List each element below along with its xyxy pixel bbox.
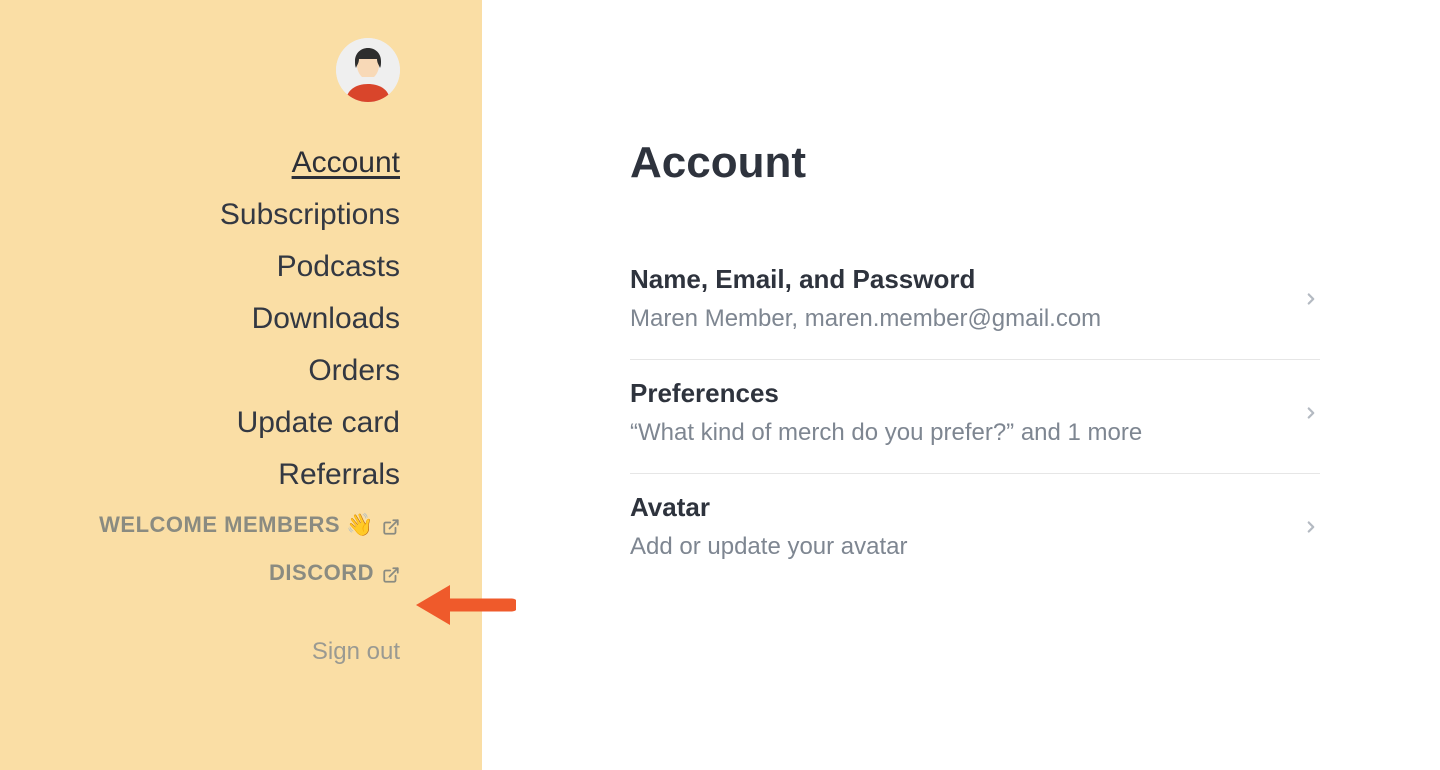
- avatar[interactable]: [336, 38, 400, 102]
- settings-row-title: Preferences: [630, 378, 1142, 409]
- settings-row-subtitle: Add or update your avatar: [630, 533, 908, 561]
- settings-row-text: Preferences “What kind of merch do you p…: [630, 378, 1142, 447]
- settings-row-subtitle: “What kind of merch do you prefer?” and …: [630, 419, 1142, 447]
- external-link-icon: [382, 564, 400, 582]
- sidebar-item-orders[interactable]: Orders: [308, 356, 400, 386]
- wave-emoji-icon: 👋: [346, 512, 374, 538]
- main-content: Account Name, Email, and Password Maren …: [482, 0, 1440, 770]
- chevron-right-icon: [1302, 404, 1320, 422]
- external-link-label: DISCORD: [269, 560, 374, 586]
- sidebar-nav: Account Subscriptions Podcasts Downloads…: [99, 148, 400, 666]
- sidebar-item-referrals[interactable]: Referrals: [278, 460, 400, 490]
- settings-row-title: Avatar: [630, 492, 908, 523]
- settings-row-preferences[interactable]: Preferences “What kind of merch do you p…: [630, 360, 1320, 474]
- external-link-label: WELCOME MEMBERS: [99, 512, 340, 538]
- settings-row-name-email-password[interactable]: Name, Email, and Password Maren Member, …: [630, 246, 1320, 360]
- sidebar-item-update-card[interactable]: Update card: [237, 408, 400, 438]
- sidebar-external-welcome-members[interactable]: WELCOME MEMBERS 👋: [99, 512, 400, 538]
- avatar-illustration: [336, 38, 400, 102]
- chevron-right-icon: [1302, 290, 1320, 308]
- sign-out-link[interactable]: Sign out: [312, 638, 400, 666]
- settings-row-text: Avatar Add or update your avatar: [630, 492, 908, 561]
- chevron-right-icon: [1302, 518, 1320, 536]
- settings-row-avatar[interactable]: Avatar Add or update your avatar: [630, 474, 1320, 587]
- sidebar-item-subscriptions[interactable]: Subscriptions: [220, 200, 400, 230]
- sidebar-item-account[interactable]: Account: [292, 148, 400, 178]
- settings-row-subtitle: Maren Member, maren.member@gmail.com: [630, 305, 1101, 333]
- sidebar: Account Subscriptions Podcasts Downloads…: [0, 0, 482, 770]
- sidebar-item-downloads[interactable]: Downloads: [252, 304, 400, 334]
- page-title: Account: [630, 138, 1440, 188]
- settings-list: Name, Email, and Password Maren Member, …: [630, 246, 1320, 587]
- app-root: Account Subscriptions Podcasts Downloads…: [0, 0, 1440, 770]
- sidebar-external-discord[interactable]: DISCORD: [269, 560, 400, 586]
- external-link-icon: [382, 516, 400, 534]
- sidebar-item-podcasts[interactable]: Podcasts: [277, 252, 400, 282]
- settings-row-text: Name, Email, and Password Maren Member, …: [630, 264, 1101, 333]
- settings-row-title: Name, Email, and Password: [630, 264, 1101, 295]
